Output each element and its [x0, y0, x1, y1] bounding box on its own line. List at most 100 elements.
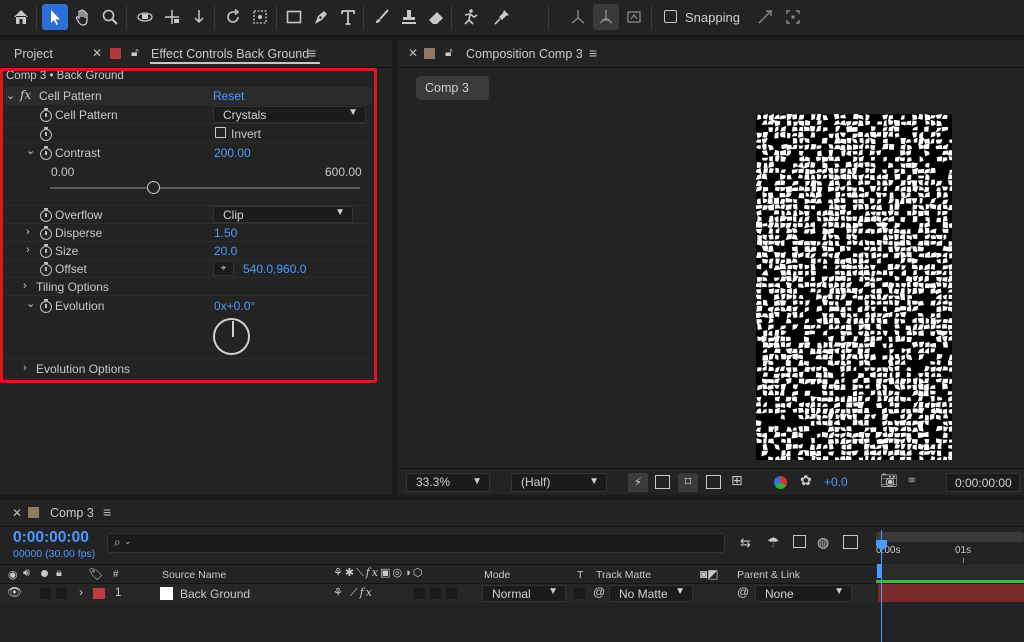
lock-icon[interactable]: 🔒︎: [56, 567, 62, 580]
label-tag-icon[interactable]: 🏷︎: [88, 567, 103, 581]
frame-info: 00000 (30.00 fps): [13, 548, 96, 560]
preserve-transparency-switch[interactable]: [574, 588, 585, 599]
timeline-panel: ✕ Comp 3 ≡ 0:00:00:00 00000 (30.00 fps) …: [0, 500, 1024, 642]
selection-tool-icon[interactable]: [42, 4, 68, 30]
eraser-tool-icon[interactable]: [423, 4, 449, 30]
lock-switch[interactable]: [56, 588, 67, 599]
col-t: T: [577, 569, 584, 581]
timecode-field[interactable]: 0:00:00:00: [946, 473, 1020, 492]
solid-icon: [160, 587, 173, 600]
work-area-bar[interactable]: [876, 532, 1024, 542]
composition-tab-bar: ✕ 🔓︎ Composition Comp 3 ≡: [398, 40, 1024, 68]
highlight-box: [0, 68, 377, 383]
axis-view-icon[interactable]: [621, 4, 647, 30]
type-tool-icon[interactable]: [335, 4, 361, 30]
chevron-down-icon: ▼: [472, 476, 482, 487]
comp-chip[interactable]: Comp 3: [416, 76, 489, 100]
tab-composition[interactable]: Composition Comp 3: [466, 47, 583, 61]
chevron-down-icon: ⌄: [124, 536, 132, 546]
playhead-marker: [877, 564, 881, 578]
chevron-right-icon[interactable]: ›: [79, 585, 83, 599]
video-visibility-icon[interactable]: ◉: [8, 568, 18, 581]
col-parent: Parent & Link: [737, 569, 801, 581]
lock-icon[interactable]: 🔓︎: [445, 45, 453, 60]
composition-flowchart-icon[interactable]: ⇆: [740, 535, 751, 551]
track-matte-value: No Matte: [619, 587, 668, 601]
timecode-value: 0:00:00:00: [955, 476, 1012, 490]
tab-project[interactable]: Project: [14, 47, 53, 61]
channels-icon[interactable]: [774, 476, 787, 489]
col-source-name[interactable]: Source Name: [162, 569, 226, 581]
layer-duration-bar[interactable]: [878, 584, 1024, 602]
layer-color-swatch: [110, 48, 121, 59]
zoom-tool-icon[interactable]: [97, 4, 123, 30]
shy-layers-icon[interactable]: ☂: [767, 534, 780, 551]
dolly-camera-icon[interactable]: [186, 4, 212, 30]
crystals-render: [756, 114, 952, 460]
exposure-value[interactable]: +0.0: [824, 475, 848, 489]
resolution-dropdown[interactable]: (Half) ▼: [511, 473, 607, 492]
tab-effect-controls[interactable]: Effect Controls Back Ground: [151, 47, 309, 61]
frame-blending-icon[interactable]: [793, 535, 806, 548]
tab-timeline-comp[interactable]: Comp 3: [50, 506, 94, 520]
grid-guides-icon[interactable]: ⊞: [731, 472, 743, 489]
chevron-down-icon: ▼: [675, 586, 685, 597]
puppet-pin-icon[interactable]: [489, 4, 515, 30]
pen-tool-icon[interactable]: [308, 4, 334, 30]
snapping-checkbox[interactable]: [664, 10, 677, 23]
lock-icon[interactable]: 🔓︎: [131, 45, 139, 60]
clone-stamp-icon[interactable]: [396, 4, 422, 30]
blend-mode-value: Normal: [492, 587, 531, 601]
close-tab-icon[interactable]: ✕: [92, 46, 102, 60]
current-time[interactable]: 0:00:00:00: [13, 529, 89, 547]
snap-features-icon[interactable]: [780, 4, 806, 30]
roto-brush-icon[interactable]: [457, 4, 483, 30]
layer-name[interactable]: Back Ground: [180, 587, 250, 601]
layer-search-input[interactable]: ⌕ ⌄: [107, 533, 725, 553]
blend-mode-dropdown[interactable]: Normal ▼: [482, 585, 566, 602]
pan-behind-icon[interactable]: [247, 4, 273, 30]
snapshot-icon[interactable]: 📷︎: [880, 472, 898, 489]
home-icon[interactable]: [8, 4, 34, 30]
show-snapshot-icon[interactable]: ⚭: [906, 472, 918, 489]
close-tab-icon[interactable]: ✕: [408, 46, 418, 60]
transparency-grid-icon[interactable]: [655, 475, 670, 489]
region-of-interest-icon[interactable]: [706, 475, 721, 489]
switch-box[interactable]: [414, 588, 425, 599]
rotation-tool-icon[interactable]: [220, 4, 246, 30]
pan-camera-icon[interactable]: [159, 4, 185, 30]
graph-editor-icon[interactable]: [843, 535, 858, 549]
parent-dropdown[interactable]: None ▼: [755, 585, 852, 602]
pickwhip-icon[interactable]: @: [593, 585, 605, 599]
panel-menu-icon[interactable]: ≡: [103, 504, 111, 520]
close-tab-icon[interactable]: ✕: [12, 506, 22, 520]
composition-viewer[interactable]: [398, 108, 1024, 466]
zoom-dropdown[interactable]: 33.3% ▼: [406, 473, 490, 492]
track-matte-dropdown[interactable]: No Matte ▼: [609, 585, 693, 602]
audio-switch[interactable]: [40, 588, 51, 599]
axis-world-icon[interactable]: [593, 4, 619, 30]
motion-blur-icon[interactable]: ◍: [817, 534, 829, 551]
color-management-icon[interactable]: ✿: [800, 472, 812, 489]
mask-visibility-icon[interactable]: ⌑: [678, 473, 698, 492]
fast-preview-icon[interactable]: ⚡: [628, 473, 648, 492]
toolbar: Snapping: [0, 0, 1024, 36]
layer-label-color[interactable]: [93, 588, 105, 599]
eye-icon[interactable]: 👁︎: [7, 585, 22, 599]
orbit-camera-icon[interactable]: [132, 4, 158, 30]
work-area-green-bar: [876, 580, 1024, 583]
solo-icon[interactable]: [41, 570, 48, 577]
hand-tool-icon[interactable]: [70, 4, 96, 30]
audio-icon[interactable]: 🔊︎: [23, 567, 30, 580]
switch-box[interactable]: [446, 588, 457, 599]
snap-edges-icon[interactable]: [752, 4, 778, 30]
axis-local-icon[interactable]: [565, 4, 591, 30]
switch-box[interactable]: [430, 588, 441, 599]
layer-switches[interactable]: ⚘ ⟋fx: [333, 586, 374, 600]
panel-menu-icon[interactable]: ≡: [308, 45, 316, 61]
brush-tool-icon[interactable]: [369, 4, 395, 30]
parent-pickwhip-icon[interactable]: @: [737, 585, 749, 599]
rectangle-tool-icon[interactable]: [281, 4, 307, 30]
panel-menu-icon[interactable]: ≡: [589, 45, 597, 61]
zoom-value: 33.3%: [416, 475, 451, 489]
